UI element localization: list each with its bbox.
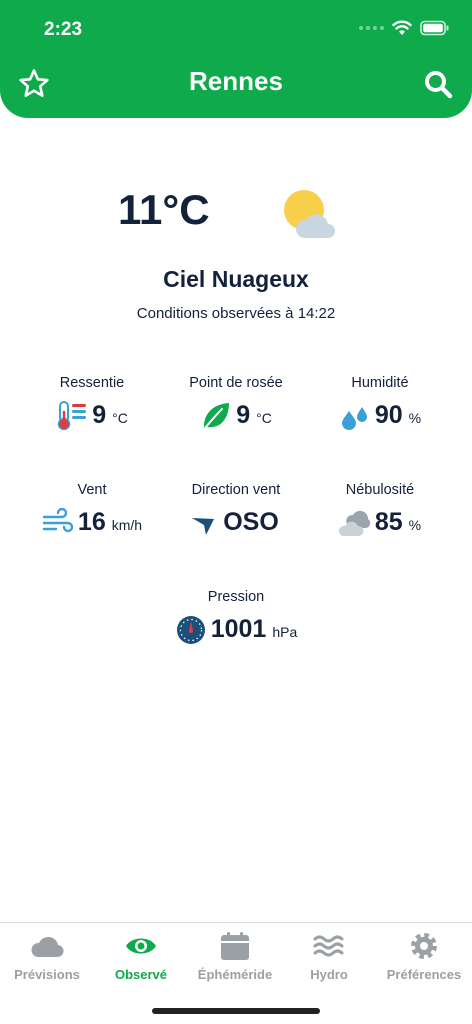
status-icons: [359, 20, 450, 36]
metric-label: Nébulosité: [345, 482, 415, 498]
metric-pressure: Pression 1001 hPa: [161, 589, 311, 645]
metric-unit: hPa: [272, 624, 298, 640]
metric-label: Pression: [207, 589, 265, 605]
tab-label: Observé: [114, 967, 168, 982]
metric-value: 90: [374, 401, 403, 429]
wind-direction-arrow-icon: [192, 518, 215, 535]
metric-unit: km/h: [111, 517, 143, 533]
cloud-icon: [31, 936, 64, 958]
barometer-icon: [176, 616, 205, 644]
leaf-icon: [204, 403, 230, 429]
home-indicator: [152, 1008, 320, 1014]
clouds-icon: [338, 510, 370, 536]
search-icon: [425, 71, 453, 99]
calendar-icon: [221, 932, 249, 960]
tab-label: Préférences: [386, 967, 462, 982]
tab-hydro[interactable]: Hydro: [282, 931, 376, 982]
observed-at-text: Conditions observées à 14:22: [136, 305, 336, 322]
droplets-icon: [341, 407, 367, 430]
metric-label: Point de rosée: [189, 375, 283, 391]
city-title: Rennes: [189, 66, 283, 96]
app-header: 2:23 Rennes: [0, 0, 472, 118]
tab-label: Hydro: [310, 967, 348, 982]
tab-label: Prévisions: [14, 967, 80, 982]
battery-icon: [420, 20, 449, 36]
metric-unit: °C: [256, 410, 272, 426]
metric-wind: Vent 16 km/h: [17, 482, 167, 538]
metric-label: Vent: [77, 482, 107, 498]
signal-icon: [359, 26, 384, 30]
tab-previsions[interactable]: Prévisions: [0, 931, 94, 982]
metric-value: 85: [374, 508, 403, 536]
metric-value: 9: [92, 401, 107, 429]
metric-cloud-cover: Nébulosité 85 %: [305, 482, 455, 538]
metric-value: 16: [77, 508, 106, 536]
metric-unit: %: [408, 517, 422, 533]
wind-icon: [42, 508, 74, 533]
metric-humidity: Humidité 90 %: [305, 375, 455, 431]
metric-unit: %: [408, 410, 422, 426]
metric-wind-direction: Direction vent OSO: [161, 482, 311, 538]
metric-label: Humidité: [351, 375, 409, 391]
waves-icon: [313, 935, 344, 957]
wifi-icon: [392, 20, 412, 35]
metric-dew-point: Point de rosée 9 °C: [161, 375, 311, 431]
tab-ephemeride[interactable]: Éphéméride: [188, 931, 282, 982]
tab-label: Éphéméride: [197, 967, 273, 982]
metric-value: 9: [236, 401, 251, 429]
current-temperature: 11°C: [118, 186, 210, 233]
thermometer-icon: [57, 401, 87, 431]
metric-unit: °C: [112, 410, 128, 426]
metric-value: OSO: [223, 508, 279, 536]
gear-icon: [411, 933, 437, 959]
metric-label: Ressentie: [59, 375, 125, 391]
tab-preferences[interactable]: Préférences: [377, 931, 471, 982]
partly-cloudy-icon: [284, 190, 335, 238]
metric-value: 1001: [210, 615, 267, 643]
status-time: 2:23: [44, 19, 83, 40]
eye-icon: [126, 938, 156, 954]
metric-feels-like: Ressentie 9 °C: [17, 375, 167, 431]
tab-observe[interactable]: Observé: [94, 931, 188, 982]
condition-text: Ciel Nuageux: [163, 266, 309, 292]
metric-label: Direction vent: [191, 482, 281, 498]
search-button[interactable]: [422, 68, 454, 100]
